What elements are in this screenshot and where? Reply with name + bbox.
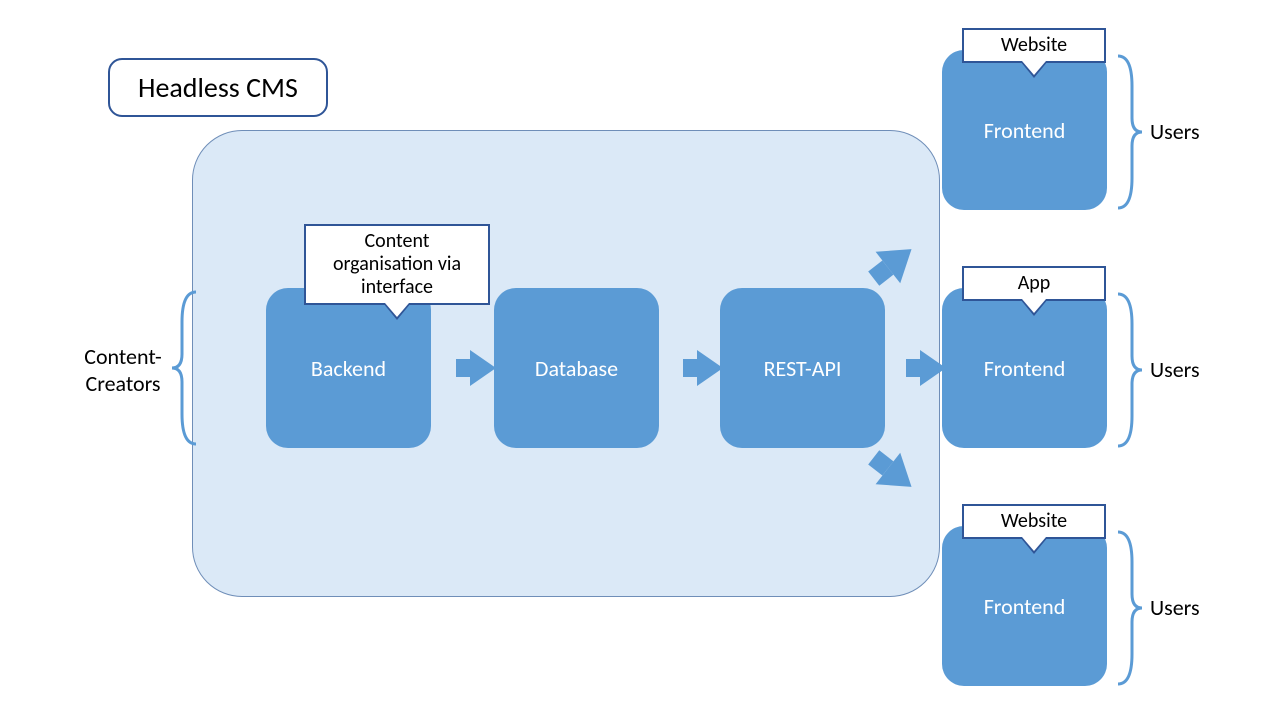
diagram-title: Headless CMS <box>108 58 328 117</box>
arrow-downright-icon <box>860 444 930 504</box>
brace-right-icon <box>1110 52 1144 212</box>
arrow-upright-icon <box>860 232 930 292</box>
restapi-node: REST-API <box>720 288 885 448</box>
backend-callout: Content organisation via interface <box>304 224 490 305</box>
brace-right-icon <box>1110 290 1144 450</box>
content-creators-label: Content- Creators <box>68 343 178 397</box>
brace-left-icon <box>170 288 204 448</box>
users-label-3: Users <box>1150 594 1200 621</box>
users-label-2: Users <box>1150 356 1200 383</box>
users-label-1: Users <box>1150 118 1200 145</box>
frontend-callout-2: App <box>962 266 1106 301</box>
frontend-callout-3: Website <box>962 504 1106 539</box>
brace-right-icon <box>1110 528 1144 688</box>
database-node: Database <box>494 288 659 448</box>
arrow-right-icon <box>470 350 496 386</box>
frontend-callout-1: Website <box>962 28 1106 63</box>
